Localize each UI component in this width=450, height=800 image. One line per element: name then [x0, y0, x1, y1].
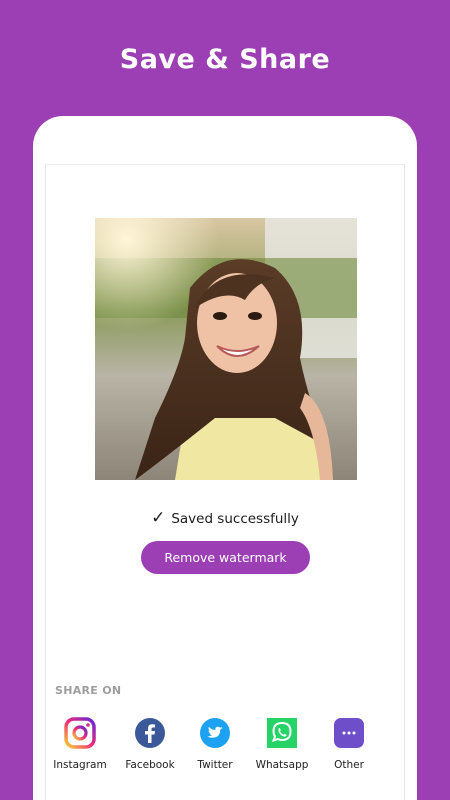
share-instagram[interactable]: Instagram [48, 717, 112, 771]
share-twitter[interactable]: Twitter [183, 717, 247, 771]
share-label-whatsapp: Whatsapp [255, 759, 309, 771]
instagram-icon [64, 717, 96, 749]
status-message: Saved successfully [171, 510, 299, 527]
phone-screen: ✓ Saved successfully Remove watermark SH… [45, 164, 405, 800]
page-headline: Save & Share [119, 44, 331, 75]
share-options: Instagram Facebook Twitter Whatsapp Othe… [46, 717, 404, 777]
more-icon [333, 717, 365, 749]
save-status: ✓ Saved successfully [46, 510, 404, 527]
remove-watermark-button[interactable]: Remove watermark [141, 541, 310, 574]
share-label-other: Other [334, 759, 364, 771]
share-label-instagram: Instagram [53, 759, 107, 771]
twitter-icon [199, 717, 231, 749]
saved-photo [95, 218, 357, 480]
whatsapp-icon [266, 717, 298, 749]
share-heading: SHARE ON [55, 684, 122, 697]
share-other[interactable]: Other [317, 717, 381, 771]
share-label-facebook: Facebook [125, 759, 175, 771]
facebook-icon [134, 717, 166, 749]
share-whatsapp[interactable]: Whatsapp [250, 717, 314, 771]
checkmark-icon: ✓ [151, 508, 166, 528]
share-facebook[interactable]: Facebook [118, 717, 182, 771]
share-label-twitter: Twitter [197, 759, 233, 771]
